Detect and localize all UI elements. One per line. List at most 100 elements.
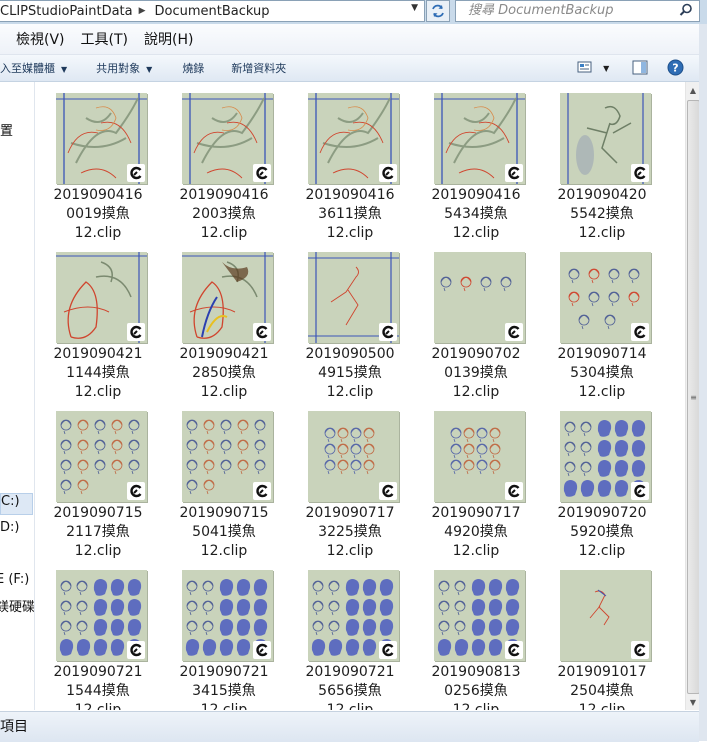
- file-thumbnail[interactable]: [182, 93, 273, 184]
- file-name[interactable]: 2019090420 5542摸魚 12.clip: [541, 186, 663, 243]
- nav-item-drive-c[interactable]: C:): [0, 493, 33, 515]
- file-item[interactable]: 2019090721 1544摸魚 12.clip: [37, 559, 159, 710]
- file-thumbnail[interactable]: [560, 252, 651, 343]
- file-item[interactable]: 2019090721 3415摸魚 12.clip: [163, 559, 285, 710]
- menu-help[interactable]: 說明(H): [144, 29, 193, 49]
- file-name[interactable]: 2019090813 0256摸魚 12.clip: [415, 663, 537, 710]
- breadcrumb-item[interactable]: CLIPStudioPaintData: [0, 4, 133, 19]
- menu-view[interactable]: 檢視(V): [16, 29, 65, 49]
- file-thumbnail[interactable]: [56, 252, 147, 343]
- file-item[interactable]: 2019090714 5304摸魚 12.clip: [541, 241, 663, 402]
- scroll-down-icon[interactable]: ▼: [686, 694, 700, 710]
- file-item[interactable]: 2019090813 0256摸魚 12.clip: [415, 559, 537, 710]
- file-item[interactable]: 2019090720 5920摸魚 12.clip: [541, 400, 663, 561]
- file-thumbnail[interactable]: [434, 411, 525, 502]
- file-item[interactable]: 2019090717 3225摸魚 12.clip: [289, 400, 411, 561]
- file-name[interactable]: 2019090702 0139摸魚 12.clip: [415, 345, 537, 402]
- burn-button[interactable]: 燒錄: [182, 60, 204, 76]
- file-item[interactable]: 2019090721 5656摸魚 12.clip: [289, 559, 411, 710]
- file-thumbnail[interactable]: [182, 411, 273, 502]
- file-item[interactable]: 2019090715 5041摸魚 12.clip: [163, 400, 285, 561]
- nav-item-drive-f[interactable]: E (F:): [0, 572, 29, 587]
- file-thumbnail[interactable]: [434, 93, 525, 184]
- file-name[interactable]: 2019090715 5041摸魚 12.clip: [163, 504, 285, 561]
- file-item[interactable]: 2019090500 4915摸魚 12.clip: [289, 241, 411, 402]
- file-thumbnail[interactable]: [560, 570, 651, 661]
- file-name[interactable]: 2019090416 3611摸魚 12.clip: [289, 186, 411, 243]
- file-thumbnail[interactable]: [56, 411, 147, 502]
- file-thumbnail[interactable]: [182, 252, 273, 343]
- file-name[interactable]: 2019090714 5304摸魚 12.clip: [541, 345, 663, 402]
- file-item[interactable]: 2019090717 4920摸魚 12.clip: [415, 400, 537, 561]
- chevron-down-icon[interactable]: ▼: [411, 3, 418, 13]
- breadcrumb-item[interactable]: DocumentBackup: [155, 4, 270, 19]
- help-button[interactable]: ?: [667, 59, 684, 80]
- nav-item-external-disk[interactable]: 鎂硬碟: [0, 596, 34, 615]
- file-item[interactable]: 2019090416 0019摸魚 12.clip: [37, 82, 159, 243]
- file-name-line: 2019090416: [305, 187, 395, 203]
- file-name[interactable]: 2019090717 4920摸魚 12.clip: [415, 504, 537, 561]
- file-name[interactable]: 2019090720 5920摸魚 12.clip: [541, 504, 663, 561]
- file-thumbnail[interactable]: [560, 411, 651, 502]
- nav-item-drive-d[interactable]: D:): [0, 520, 19, 535]
- file-name-line: 2117摸魚: [66, 524, 130, 540]
- search-box[interactable]: [455, 0, 700, 22]
- file-thumbnail[interactable]: [308, 570, 399, 661]
- file-thumbnail[interactable]: [434, 570, 525, 661]
- refresh-button[interactable]: [426, 0, 450, 22]
- file-item[interactable]: 2019090715 2117摸魚 12.clip: [37, 400, 159, 561]
- file-name-line: 12.clip: [326, 702, 374, 710]
- file-item[interactable]: 2019090416 5434摸魚 12.clip: [415, 82, 537, 243]
- share-with-button[interactable]: 共用對象 ▼: [96, 60, 152, 76]
- file-name[interactable]: 2019090421 1144摸魚 12.clip: [37, 345, 159, 402]
- file-thumbnail[interactable]: [56, 93, 147, 184]
- file-name[interactable]: 2019090416 2003摸魚 12.clip: [163, 186, 285, 243]
- file-name[interactable]: 2019090416 0019摸魚 12.clip: [37, 186, 159, 243]
- file-name[interactable]: 2019090717 3225摸魚 12.clip: [289, 504, 411, 561]
- file-thumbnail[interactable]: [182, 570, 273, 661]
- search-icon[interactable]: [679, 3, 693, 21]
- file-thumbnail[interactable]: [56, 570, 147, 661]
- file-name-line: 12.clip: [74, 702, 122, 710]
- file-name[interactable]: 2019091017 2504摸魚 12.clip: [541, 663, 663, 710]
- file-item[interactable]: 2019090420 5542摸魚 12.clip: [541, 82, 663, 243]
- view-options-button[interactable]: ▼: [577, 60, 609, 78]
- file-name[interactable]: 2019090721 3415摸魚 12.clip: [163, 663, 285, 710]
- file-item[interactable]: 2019090702 0139摸魚 12.clip: [415, 241, 537, 402]
- file-thumbnail[interactable]: [308, 93, 399, 184]
- file-thumbnail[interactable]: [308, 411, 399, 502]
- file-name[interactable]: 2019090421 2850摸魚 12.clip: [163, 345, 285, 402]
- file-item[interactable]: 2019090421 2850摸魚 12.clip: [163, 241, 285, 402]
- file-name[interactable]: 2019090416 5434摸魚 12.clip: [415, 186, 537, 243]
- file-name[interactable]: 2019090721 5656摸魚 12.clip: [289, 663, 411, 710]
- breadcrumb[interactable]: CLIPStudioPaintData ▶ DocumentBackup ▼: [0, 0, 425, 22]
- file-name[interactable]: 2019090715 2117摸魚 12.clip: [37, 504, 159, 561]
- scroll-up-icon[interactable]: ▲: [686, 82, 700, 98]
- preview-pane-button[interactable]: [632, 60, 648, 79]
- file-thumbnail[interactable]: [308, 252, 399, 343]
- file-item[interactable]: 2019090416 3611摸魚 12.clip: [289, 82, 411, 243]
- search-input[interactable]: [468, 1, 678, 19]
- file-item[interactable]: 2019090416 2003摸魚 12.clip: [163, 82, 285, 243]
- breadcrumb-separator-icon[interactable]: ▶: [139, 6, 146, 16]
- new-folder-button[interactable]: 新增資料夾: [231, 60, 286, 76]
- menu-bar: 檢視(V) 工具(T) 說明(H): [0, 24, 707, 55]
- file-name[interactable]: 2019090721 1544摸魚 12.clip: [37, 663, 159, 710]
- vertical-scrollbar[interactable]: ▲ ≡ ▼: [685, 82, 700, 710]
- clip-studio-icon: [379, 641, 397, 659]
- menu-tools[interactable]: 工具(T): [81, 29, 128, 49]
- nav-item-label: C:): [1, 494, 20, 509]
- file-name-line: 2019090717: [305, 505, 395, 521]
- file-name-line: 2019090717: [431, 505, 521, 521]
- file-name-line: 2019090421: [53, 346, 143, 362]
- file-thumbnail[interactable]: [560, 93, 651, 184]
- file-thumbnail[interactable]: [434, 252, 525, 343]
- file-item[interactable]: 2019090421 1144摸魚 12.clip: [37, 241, 159, 402]
- file-name-line: 12.clip: [452, 702, 500, 710]
- file-name-line: 5304摸魚: [570, 365, 634, 381]
- add-to-library-button[interactable]: 入至媒體櫃 ▼: [0, 60, 67, 76]
- file-name-line: 2019090416: [53, 187, 143, 203]
- file-item[interactable]: 2019091017 2504摸魚 12.clip: [541, 559, 663, 710]
- file-name[interactable]: 2019090500 4915摸魚 12.clip: [289, 345, 411, 402]
- nav-item[interactable]: 置: [0, 120, 13, 139]
